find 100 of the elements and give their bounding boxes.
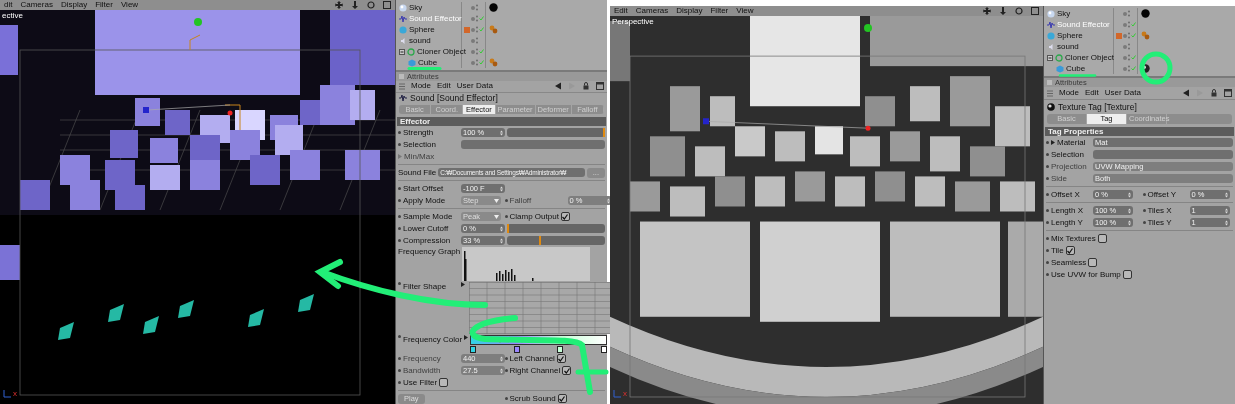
checkmark-icon[interactable] bbox=[1131, 22, 1136, 27]
animation-dot-icon[interactable] bbox=[1142, 193, 1146, 196]
visibility-dot-icon[interactable] bbox=[1123, 44, 1127, 49]
expand-box-icon[interactable] bbox=[399, 48, 405, 55]
spinner-icon[interactable] bbox=[1128, 207, 1131, 214]
phong-dots-icon[interactable] bbox=[489, 58, 498, 67]
layer-color-swatch[interactable] bbox=[1116, 32, 1122, 39]
checkbox[interactable] bbox=[439, 378, 449, 387]
animation-dot-icon[interactable] bbox=[1046, 261, 1049, 264]
animation-dot-icon[interactable] bbox=[1046, 141, 1049, 144]
visibility-dot-icon[interactable] bbox=[1123, 11, 1127, 16]
menu-item[interactable]: Display bbox=[60, 0, 88, 10]
animation-dot-icon[interactable] bbox=[398, 239, 401, 242]
animation-dot-icon[interactable] bbox=[1046, 193, 1049, 196]
lock-icon[interactable] bbox=[582, 82, 590, 91]
move-icon[interactable] bbox=[983, 7, 991, 15]
menu-item[interactable]: Filter bbox=[95, 0, 113, 10]
object-name[interactable]: Sky bbox=[409, 3, 423, 12]
menu-item[interactable]: Filter bbox=[710, 6, 729, 16]
menu-item[interactable]: Mode bbox=[1059, 88, 1079, 98]
expand-arrow-icon[interactable] bbox=[464, 335, 469, 340]
gradient-stop-icon[interactable] bbox=[600, 346, 607, 353]
animation-dot-icon[interactable] bbox=[398, 369, 401, 372]
menu-item[interactable]: View bbox=[120, 0, 139, 10]
slider-track[interactable] bbox=[507, 128, 605, 137]
animation-dot-icon[interactable] bbox=[398, 227, 401, 230]
rotate-icon[interactable] bbox=[1015, 7, 1023, 15]
menu-item[interactable]: User Data bbox=[456, 81, 493, 92]
spinner-icon[interactable] bbox=[500, 225, 503, 232]
gradient-stop-icon[interactable] bbox=[513, 346, 520, 353]
visibility-dot-icon[interactable] bbox=[471, 27, 475, 32]
down-arrow-icon[interactable] bbox=[351, 1, 359, 9]
animation-dot-icon[interactable] bbox=[504, 357, 508, 360]
menu-item[interactable]: Mode bbox=[411, 81, 431, 92]
checkmark-icon[interactable] bbox=[479, 60, 484, 65]
animation-dot-icon[interactable] bbox=[1046, 153, 1049, 156]
object-name[interactable]: Cloner Object bbox=[417, 47, 466, 56]
grip-icon[interactable] bbox=[399, 82, 405, 90]
back-arrow-icon[interactable] bbox=[554, 82, 562, 91]
object-name[interactable]: Sphere bbox=[1057, 31, 1083, 40]
spinner-icon[interactable] bbox=[1224, 219, 1228, 226]
animation-dot-icon[interactable] bbox=[398, 131, 401, 134]
animation-dot-icon[interactable] bbox=[398, 143, 401, 146]
checkmark-icon[interactable] bbox=[479, 27, 484, 32]
animation-dot-icon[interactable] bbox=[398, 187, 401, 190]
back-arrow-icon[interactable] bbox=[1182, 89, 1190, 97]
animation-dot-icon[interactable] bbox=[398, 381, 401, 384]
checkbox[interactable] bbox=[1122, 270, 1132, 279]
text-field[interactable] bbox=[1093, 150, 1233, 159]
object-name[interactable]: Cube bbox=[418, 58, 438, 67]
animation-dot-icon[interactable] bbox=[504, 215, 508, 218]
animation-dot-icon[interactable] bbox=[504, 199, 508, 202]
material-ball-icon[interactable] bbox=[1141, 9, 1150, 18]
gradient-stop-icon[interactable] bbox=[557, 346, 564, 353]
new-window-icon[interactable] bbox=[1224, 89, 1232, 97]
animation-dot-icon[interactable] bbox=[504, 397, 508, 400]
animation-dot-icon[interactable] bbox=[398, 282, 401, 285]
menu-item[interactable]: Edit bbox=[614, 6, 628, 16]
material-ball-icon[interactable] bbox=[489, 3, 498, 12]
animation-dot-icon[interactable] bbox=[1046, 209, 1049, 212]
animation-dot-icon[interactable] bbox=[1046, 165, 1049, 168]
slider-track[interactable] bbox=[507, 236, 605, 245]
menu-item[interactable]: View bbox=[736, 6, 754, 16]
visibility-dot-icon[interactable] bbox=[471, 60, 475, 65]
spinner-icon[interactable] bbox=[1224, 207, 1228, 214]
checkbox[interactable] bbox=[1097, 234, 1107, 243]
checkmark-icon[interactable] bbox=[1131, 55, 1136, 60]
visibility-dot-icon[interactable] bbox=[1123, 55, 1127, 60]
menu-item[interactable]: Edit bbox=[1085, 88, 1099, 98]
spinner-icon[interactable] bbox=[1224, 191, 1228, 198]
spinner-icon[interactable] bbox=[500, 237, 503, 244]
spinner-icon[interactable] bbox=[500, 355, 503, 362]
menu-item[interactable]: Cameras bbox=[20, 0, 53, 10]
visibility-dot-icon[interactable] bbox=[1123, 66, 1127, 71]
new-window-icon[interactable] bbox=[596, 82, 604, 91]
visibility-dot-icon[interactable] bbox=[471, 38, 475, 43]
spinner-icon[interactable] bbox=[500, 367, 503, 374]
visibility-dot-icon[interactable] bbox=[1123, 22, 1127, 27]
text-field[interactable] bbox=[461, 140, 605, 149]
maximize-icon[interactable] bbox=[1031, 7, 1039, 15]
visibility-dot-icon[interactable] bbox=[471, 5, 475, 10]
animation-dot-icon[interactable] bbox=[1046, 249, 1049, 252]
slider-thumb[interactable] bbox=[538, 236, 541, 245]
animation-dot-icon[interactable] bbox=[1046, 273, 1049, 276]
menu-item[interactable]: Display bbox=[676, 6, 703, 16]
menu-item[interactable]: Cameras bbox=[635, 6, 669, 16]
gradient-stop-icon[interactable] bbox=[470, 346, 477, 353]
down-arrow-icon[interactable] bbox=[999, 7, 1007, 15]
object-name[interactable]: Cloner Object bbox=[1065, 53, 1114, 62]
animation-dot-icon[interactable] bbox=[398, 335, 401, 338]
layer-color-swatch[interactable] bbox=[464, 26, 470, 33]
spinner-icon[interactable] bbox=[1128, 191, 1131, 198]
gradient-bar[interactable] bbox=[470, 335, 607, 345]
menu-item[interactable]: dit bbox=[4, 0, 13, 10]
rotate-icon[interactable] bbox=[367, 1, 375, 9]
phong-dots-icon[interactable] bbox=[489, 25, 498, 34]
object-name[interactable]: Sky bbox=[1057, 9, 1071, 18]
checkmark-icon[interactable] bbox=[479, 16, 484, 21]
move-icon[interactable] bbox=[335, 1, 343, 9]
animation-dot-icon[interactable] bbox=[1046, 221, 1049, 224]
